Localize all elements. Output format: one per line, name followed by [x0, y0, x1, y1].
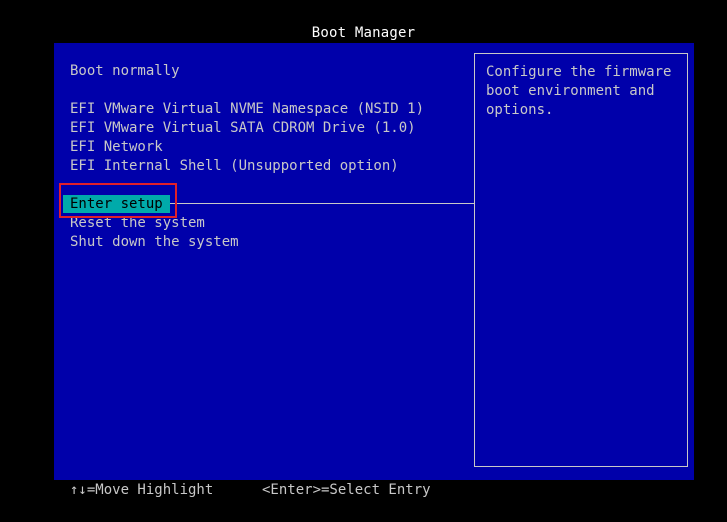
footer-bar: ↑↓=Move Highlight <Enter>=Select Entry: [0, 480, 727, 502]
menu-item-efi-internal-shell[interactable]: EFI Internal Shell (Unsupported option): [69, 157, 400, 175]
menu-separator: [166, 203, 474, 204]
menu-item-efi-network[interactable]: EFI Network: [69, 138, 164, 156]
help-text: Configure the firmware boot environment …: [486, 64, 672, 118]
footer-move-hint: ↑↓=Move Highlight: [70, 482, 214, 498]
menu-item-shutdown-system[interactable]: Shut down the system: [69, 233, 240, 251]
boot-manager-screen: Boot normally EFI VMware Virtual NVME Na…: [54, 43, 694, 480]
menu-item-efi-nvme[interactable]: EFI VMware Virtual NVME Namespace (NSID …: [69, 100, 425, 118]
menu-item-efi-sata-cdrom[interactable]: EFI VMware Virtual SATA CDROM Drive (1.0…: [69, 119, 417, 137]
footer-select-hint: <Enter>=Select Entry: [262, 482, 431, 498]
boot-manager-title: Boot Manager: [311, 25, 416, 41]
menu-item-boot-normally[interactable]: Boot normally: [69, 62, 181, 80]
selection-annotation-box: [59, 183, 177, 218]
help-panel: Configure the firmware boot environment …: [474, 53, 688, 467]
